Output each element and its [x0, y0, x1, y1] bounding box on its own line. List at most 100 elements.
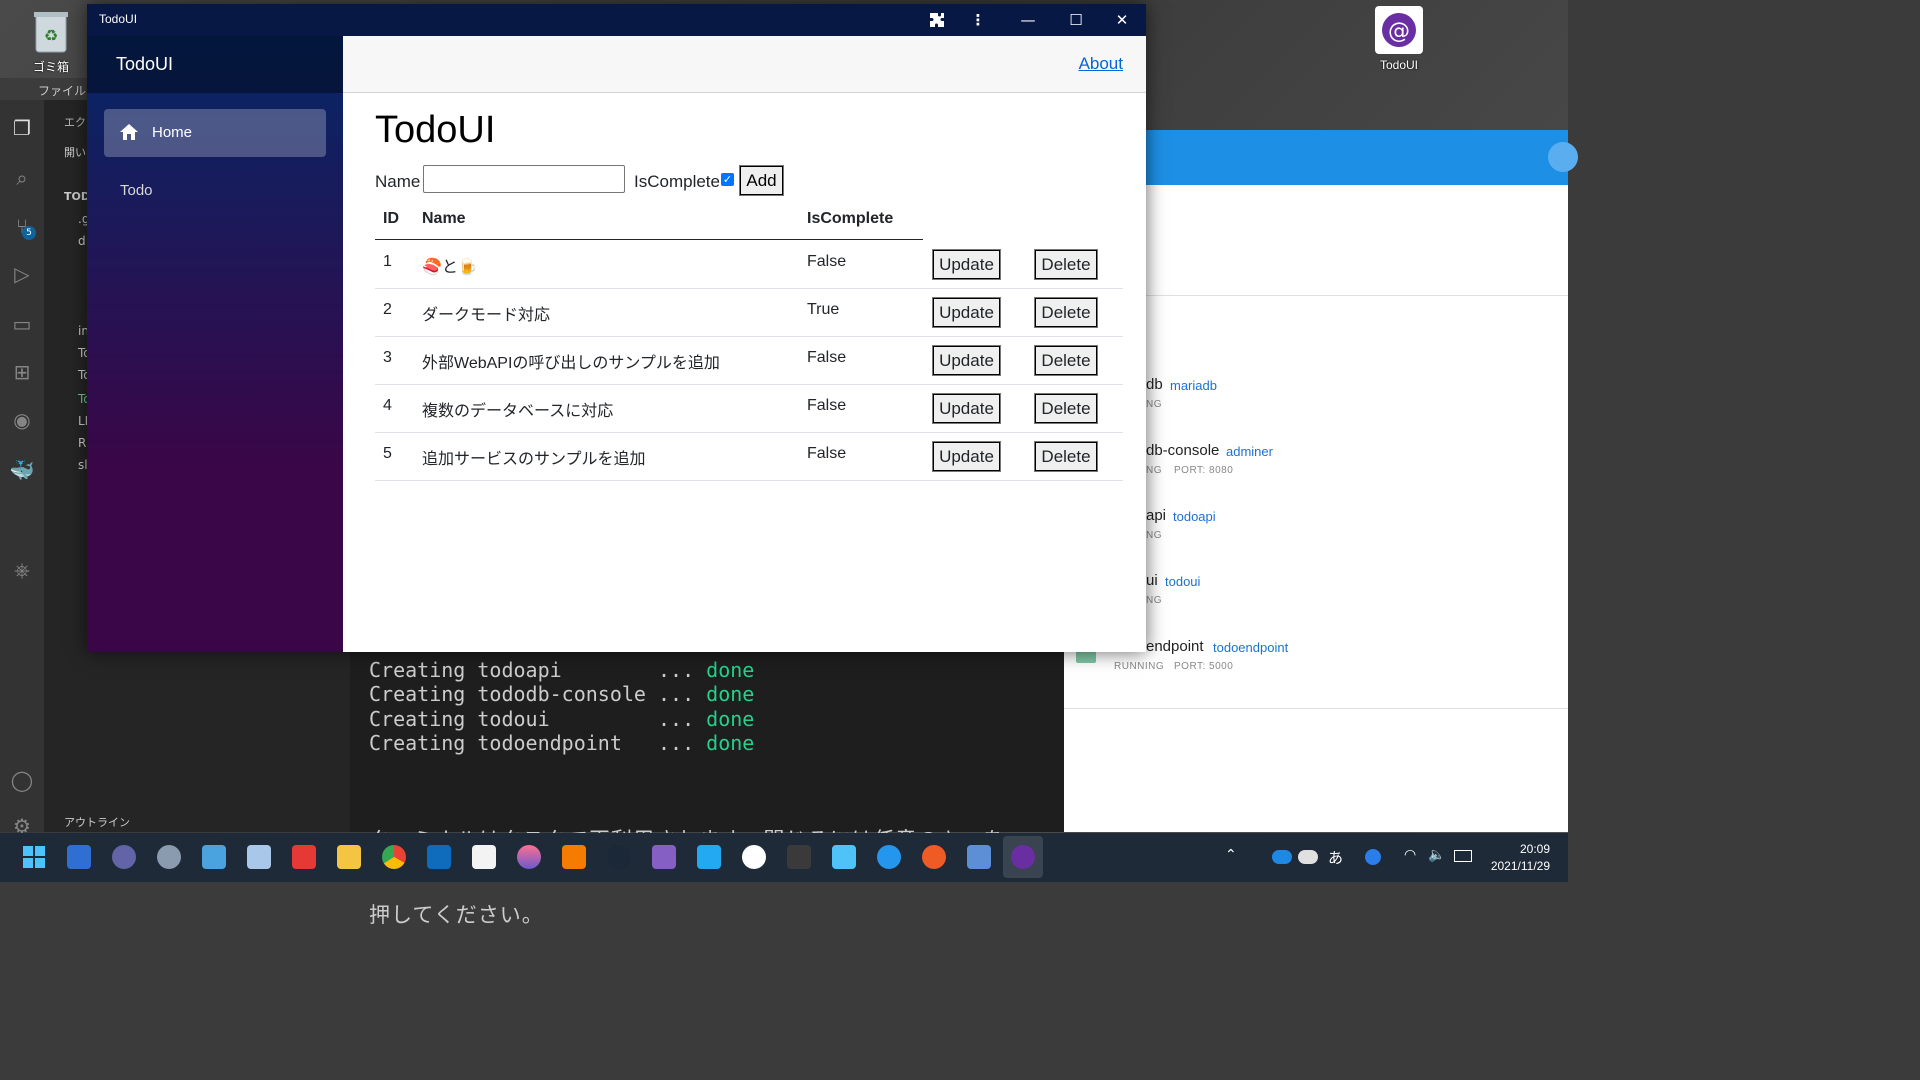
brand-link[interactable]: TodoUI — [116, 54, 173, 75]
postman-icon[interactable] — [922, 845, 946, 869]
onedrive-personal-icon[interactable] — [1298, 850, 1318, 864]
svg-text:♻: ♻ — [44, 26, 58, 45]
about-link[interactable]: About — [1079, 54, 1123, 74]
row-name: 追加サービスのサンプルを追加 — [422, 451, 646, 468]
remote-desktop-icon[interactable] — [202, 845, 226, 869]
terminal-line: Creating todoui ... done — [369, 707, 755, 731]
todoui-window: TodoUI ⋮ — ☐ ✕ TodoUI Home Todo About To… — [87, 4, 1146, 652]
edge-icon[interactable] — [1365, 849, 1381, 865]
explorer-icon[interactable]: ❐ — [0, 106, 44, 150]
volume-icon[interactable]: 🔈 — [1428, 847, 1445, 863]
steam-icon[interactable] — [607, 845, 631, 869]
close-button[interactable]: ✕ — [1099, 4, 1145, 36]
open-editors-section[interactable]: 開い — [64, 144, 86, 160]
update-button[interactable]: Update — [932, 345, 1001, 376]
window-titlebar[interactable]: TodoUI ⋮ — ☐ ✕ — [87, 4, 1146, 36]
settings-icon[interactable] — [157, 845, 181, 869]
docker-icon[interactable] — [877, 845, 901, 869]
update-button[interactable]: Update — [932, 297, 1001, 328]
todoui-app-icon[interactable] — [1011, 845, 1035, 869]
nav-item-home[interactable]: Home — [104, 109, 326, 157]
wordpress-icon[interactable] — [742, 845, 766, 869]
search-icon[interactable]: ⌕ — [0, 156, 44, 200]
teams-chat-icon[interactable] — [112, 845, 136, 869]
source-control-icon[interactable]: ⑂ 5 — [0, 204, 44, 248]
table-row: 4 複数のデータベースに対応 False Update Delete — [375, 384, 1123, 433]
tree-item[interactable]: R — [78, 436, 86, 450]
sidebar: TodoUI Home Todo — [87, 36, 343, 652]
update-button[interactable]: Update — [932, 249, 1001, 280]
window-title: TodoUI — [99, 12, 138, 26]
iscomplete-checkbox[interactable]: ✓ — [721, 173, 734, 186]
file-explorer-icon[interactable] — [337, 845, 361, 869]
maximize-button[interactable]: ☐ — [1053, 4, 1099, 36]
onedrive-icon[interactable] — [1272, 850, 1292, 864]
extensions-icon[interactable]: ⊞ — [0, 350, 44, 394]
docker-icon[interactable]: 🐳 — [0, 448, 44, 492]
outlook-icon[interactable] — [427, 845, 451, 869]
more-options-icon[interactable]: ⋮ — [955, 4, 1001, 36]
top-row: About — [343, 36, 1146, 93]
ime-indicator[interactable]: あ — [1328, 847, 1343, 868]
azure-storage-icon[interactable] — [832, 845, 856, 869]
delete-button[interactable]: Delete — [1034, 249, 1098, 280]
nav-item-todo[interactable]: Todo — [104, 169, 326, 213]
row-name: ダークモード対応 — [422, 307, 551, 324]
row-id: 1 — [383, 253, 392, 270]
media-player-icon[interactable] — [562, 845, 586, 869]
taskbar: ⌃ あ ◠ 🔈 20:09 2021/11/29 — [0, 833, 1568, 882]
performance-monitor-icon[interactable] — [247, 845, 271, 869]
microsoft-store-icon[interactable] — [472, 845, 496, 869]
delete-button[interactable]: Delete — [1034, 345, 1098, 376]
row-iscomplete: True — [807, 301, 840, 318]
kubernetes-icon[interactable]: ⎈ — [0, 548, 44, 592]
update-button[interactable]: Update — [932, 393, 1001, 424]
paint-drop-icon[interactable] — [517, 845, 541, 869]
delete-button[interactable]: Delete — [1034, 393, 1098, 424]
chrome-icon[interactable] — [382, 845, 406, 869]
todoui-shortcut-label: TodoUI — [1379, 58, 1419, 72]
remote-app-icon[interactable] — [967, 845, 991, 869]
brand-bar: TodoUI — [87, 36, 343, 93]
account-icon[interactable]: ◯ — [0, 758, 44, 802]
name-label: Name — [375, 172, 421, 191]
flashcard-app-icon[interactable] — [292, 845, 316, 869]
nav-item-label: Todo — [120, 182, 153, 199]
docker-divider — [1064, 708, 1568, 709]
run-debug-icon[interactable]: ▷ — [0, 252, 44, 296]
name-input[interactable] — [423, 165, 625, 193]
column-header-iscomplete: IsComplete — [807, 210, 894, 227]
vscode-activity-bar: ⟩ ❐ ⌕ ⑂5 ▷ ▭ ⊞ ◉ 🐳 ⎈ ◯ ⚙ — [0, 78, 44, 838]
update-button[interactable]: Update — [932, 441, 1001, 472]
clock[interactable]: 20:09 2021/11/29 — [1491, 841, 1550, 875]
github-icon[interactable]: ◉ — [0, 398, 44, 442]
battery-icon[interactable] — [1454, 850, 1472, 862]
wifi-icon[interactable]: ◠ — [1404, 847, 1416, 863]
show-hidden-icons[interactable]: ⌃ — [1225, 847, 1237, 863]
tree-item[interactable]: d — [78, 234, 86, 248]
remote-explorer-icon[interactable]: ▭ — [0, 302, 44, 346]
terminal-line: Creating todoapi ... done — [369, 658, 755, 682]
recycle-bin-icon[interactable]: ♻ — [30, 8, 72, 56]
add-button[interactable]: Add — [739, 165, 784, 196]
visual-studio-icon[interactable] — [652, 845, 676, 869]
terminal-icon[interactable] — [787, 845, 811, 869]
terminal-panel[interactable]: Creating todoapi ... done Creating todod… — [350, 650, 1064, 927]
outline-section[interactable]: アウトライン — [64, 814, 130, 830]
extensions-icon[interactable] — [914, 4, 960, 36]
page-title: TodoUI — [375, 109, 496, 151]
widgets-icon[interactable] — [67, 845, 91, 869]
column-header-name: Name — [422, 210, 466, 227]
delete-button[interactable]: Delete — [1034, 441, 1098, 472]
todoui-shortcut-icon[interactable]: @ — [1375, 6, 1423, 54]
delete-button[interactable]: Delete — [1034, 297, 1098, 328]
start-icon[interactable] — [22, 845, 46, 869]
table-row: 2 ダークモード対応 True Update Delete — [375, 288, 1123, 337]
vscode-icon[interactable] — [697, 845, 721, 869]
row-iscomplete: False — [807, 253, 847, 270]
row-id: 4 — [383, 397, 392, 414]
minimize-button[interactable]: — — [1005, 4, 1051, 36]
row-id: 5 — [383, 445, 392, 462]
docker-toggle[interactable] — [1548, 142, 1578, 172]
table-row: 1 🍣と🍺 False Update Delete — [375, 240, 1123, 289]
